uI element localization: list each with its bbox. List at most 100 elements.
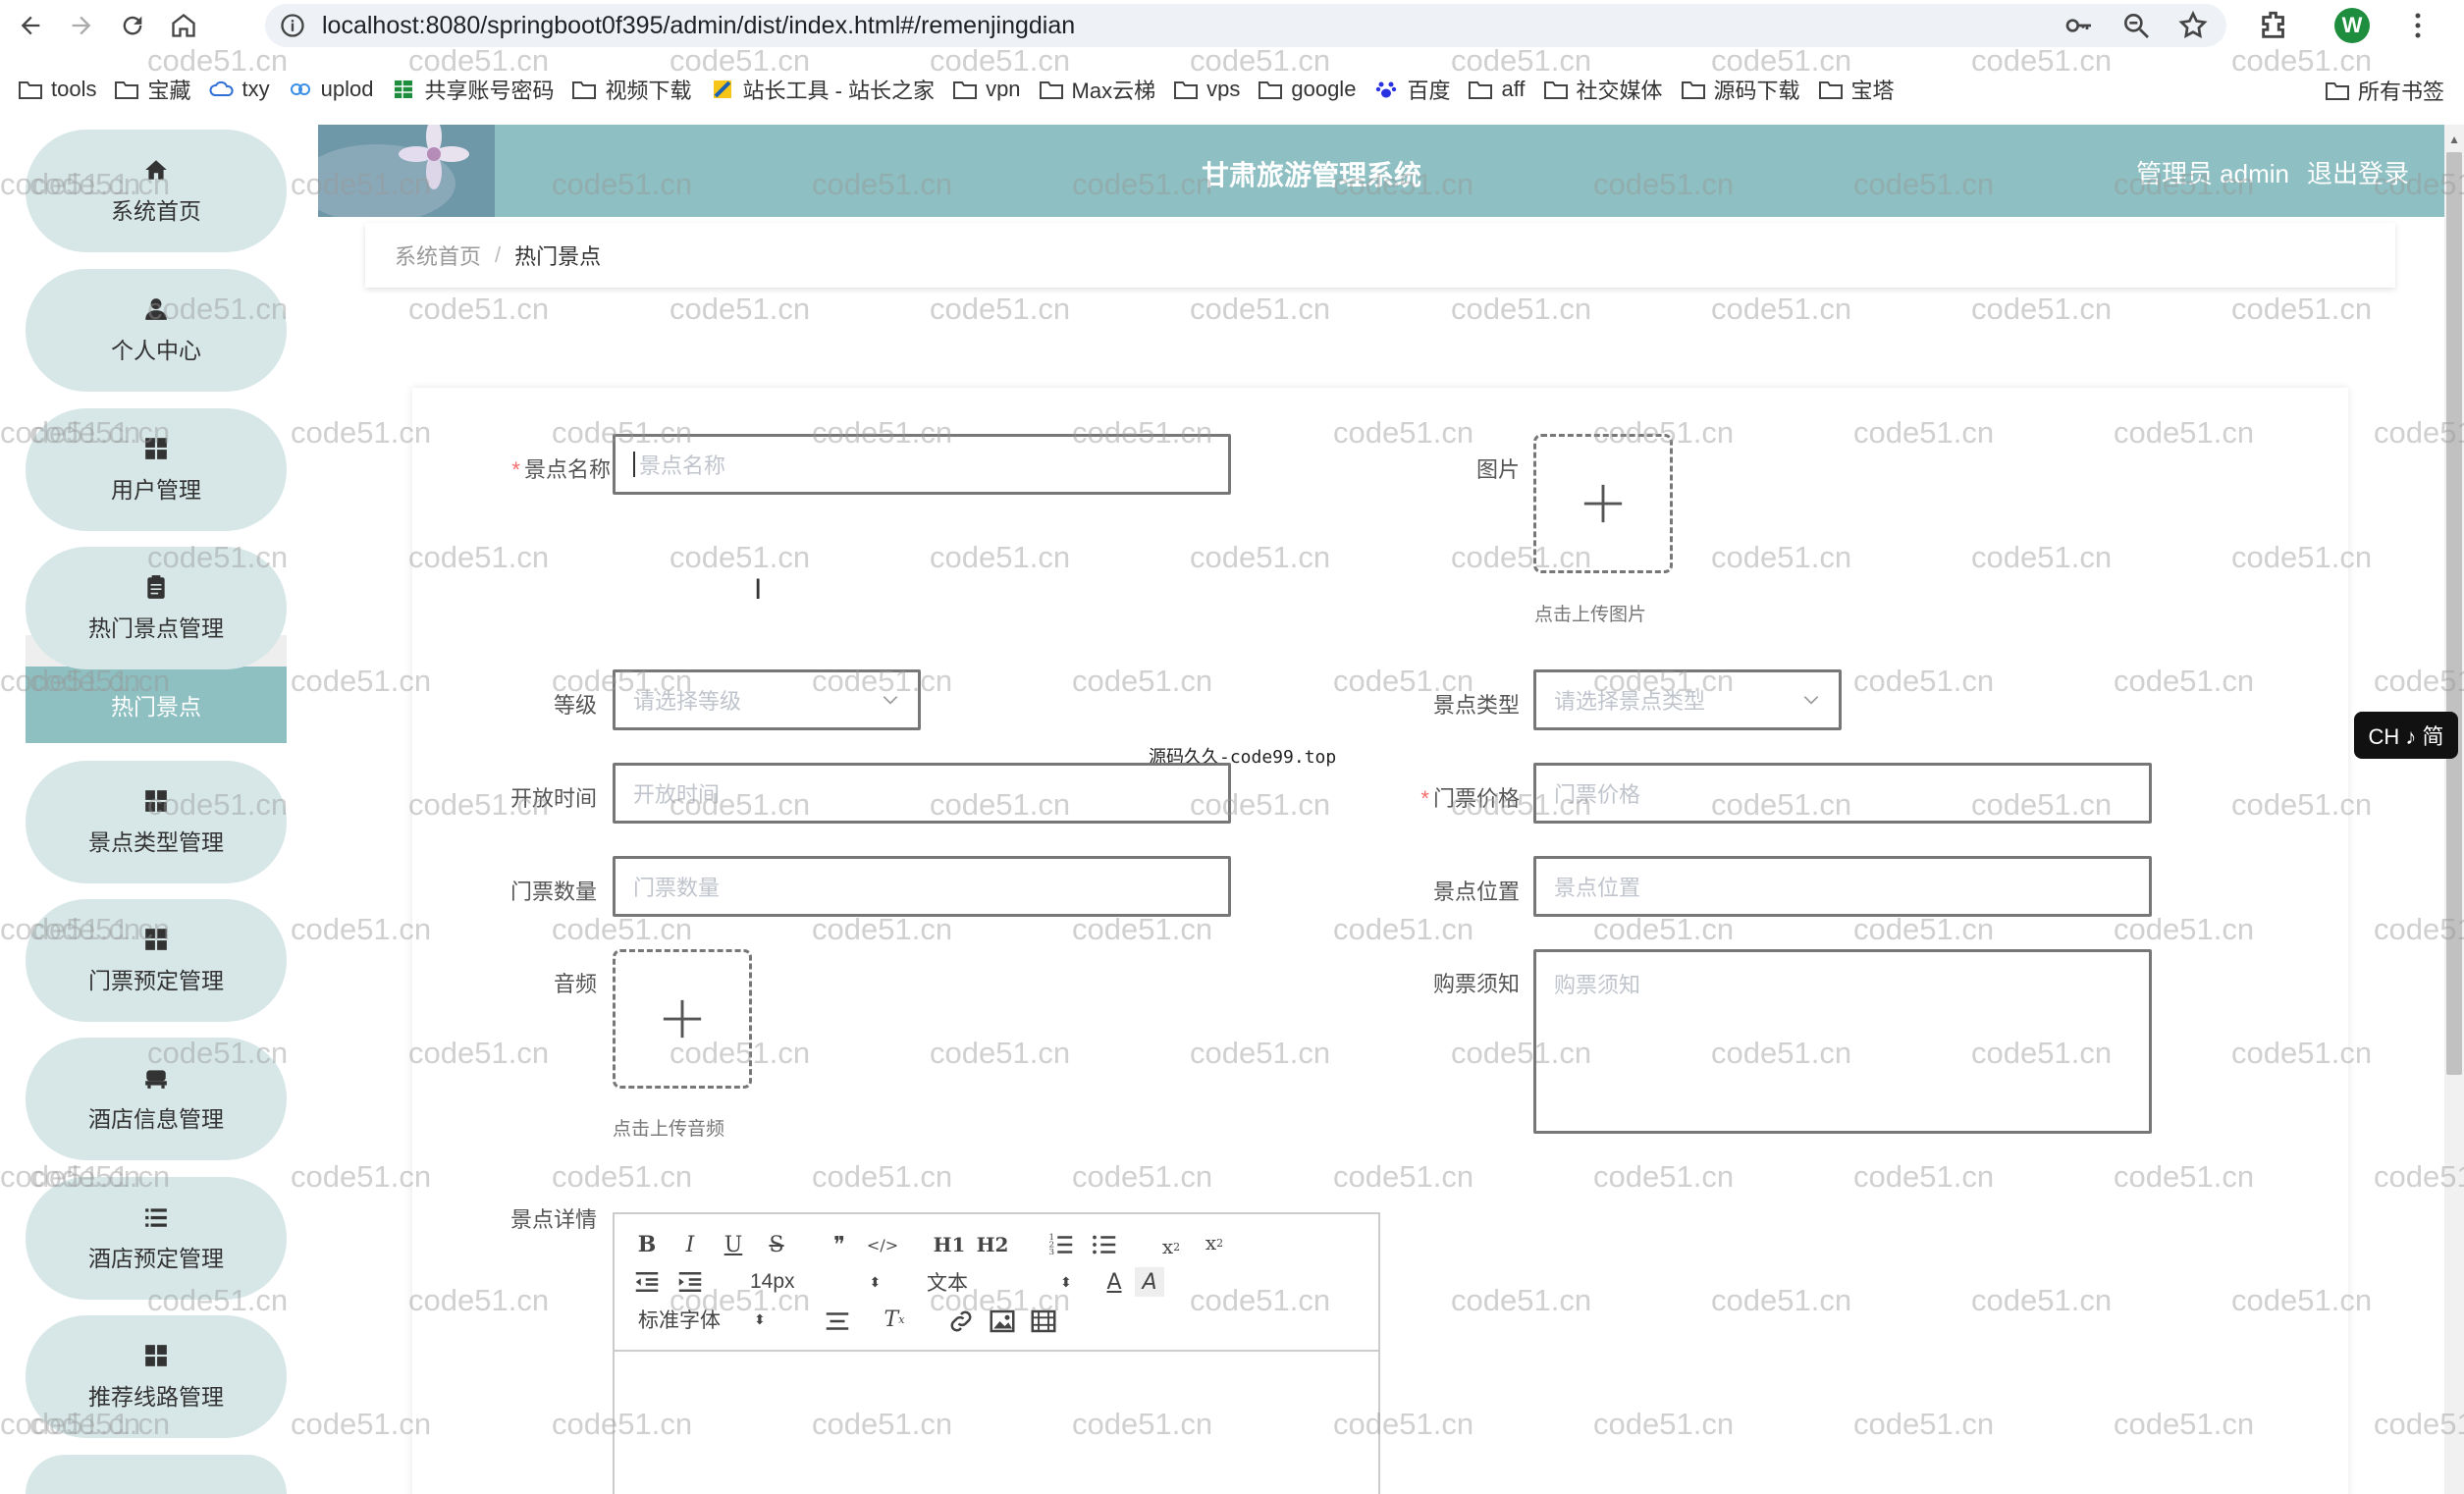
video-icon[interactable] (1029, 1307, 1058, 1336)
paragraph-select[interactable]: 文本 ⬍ (927, 1267, 1072, 1297)
audio-upload-button[interactable] (613, 949, 752, 1089)
sidebar-item[interactable]: 推荐线路管理 (26, 1315, 287, 1438)
folder-icon (1543, 81, 1568, 99)
link-icon[interactable] (946, 1307, 976, 1336)
rich-text-editor[interactable]: B I U S ❞ </> H1 H2 123 x2 x2 14px ⬍ 文本 ⬍ … (613, 1212, 1380, 1494)
bookmark-item[interactable]: Max云梯 (1039, 74, 1155, 105)
align-icon[interactable] (823, 1307, 852, 1336)
notice-label: 购票须知 (1432, 972, 1520, 996)
sidebar-item[interactable]: 用户管理 (26, 408, 287, 531)
bookmark-label: 宝塔 (1850, 79, 1895, 103)
sidebar-item[interactable]: 个人中心 (26, 269, 287, 392)
background-color-button[interactable]: A (1135, 1267, 1164, 1297)
code-button[interactable]: </> (867, 1230, 898, 1259)
sidebar-item[interactable]: 景点类型管理 (26, 761, 287, 883)
menu-kebab-icon[interactable] (2413, 11, 2423, 40)
bookmark-item[interactable]: uplod (288, 77, 373, 102)
clear-format-button[interactable]: Tx (880, 1305, 909, 1334)
bookmark-item[interactable]: vps (1173, 77, 1240, 102)
sidebar-item[interactable]: 热门景点管理 (26, 547, 287, 669)
sidebar-item[interactable]: 门票预定管理 (26, 899, 287, 1022)
bookmark-item[interactable]: 视频下载 (571, 74, 692, 105)
address-bar[interactable]: localhost:8080/springboot0f395/admin/dis… (265, 4, 2226, 47)
h2-button[interactable]: H2 (977, 1230, 1009, 1259)
font-color-button[interactable]: A (1099, 1267, 1129, 1297)
tool-icon (713, 80, 731, 98)
outdent-icon[interactable] (632, 1267, 662, 1297)
bookmark-item[interactable]: google (1258, 77, 1356, 102)
grid-icon (145, 1344, 167, 1366)
key-icon[interactable] (2063, 10, 2095, 41)
font-size-select[interactable]: 14px ⬍ (750, 1267, 881, 1297)
bookmark-item[interactable]: txy (208, 77, 270, 102)
bullet-list-icon[interactable] (1090, 1230, 1119, 1259)
indent-icon[interactable] (675, 1267, 705, 1297)
bookmark-item[interactable]: tools (18, 77, 96, 102)
sidebar-item-partial[interactable] (26, 1455, 287, 1494)
bookmark-item[interactable]: vpn (952, 77, 1021, 102)
bookmark-item[interactable]: 社交媒体 (1543, 74, 1663, 105)
bookmark-label: 社交媒体 (1576, 79, 1663, 103)
reload-icon[interactable] (112, 5, 153, 46)
subscript-button[interactable]: x2 (1156, 1232, 1186, 1261)
bookmark-label: aff (1501, 77, 1526, 101)
breadcrumb-home[interactable]: 系统首页 (395, 240, 481, 271)
forward-icon[interactable] (61, 5, 102, 46)
level-select[interactable]: 请选择等级 (613, 669, 921, 730)
extensions-icon[interactable] (2258, 9, 2291, 42)
home-icon (145, 159, 167, 180)
price-input[interactable]: 门票价格 (1533, 763, 2152, 824)
superscript-button[interactable]: x2 (1200, 1228, 1229, 1257)
location-input[interactable]: 景点位置 (1533, 856, 2152, 917)
h1-button[interactable]: H1 (934, 1230, 966, 1259)
scroll-thumb[interactable] (2446, 152, 2462, 1075)
list-icon (145, 1207, 167, 1227)
image-icon[interactable] (988, 1307, 1017, 1336)
strikethrough-button[interactable]: S (762, 1230, 791, 1259)
blockquote-button[interactable]: ❞ (825, 1230, 854, 1259)
scroll-up-icon[interactable]: ▲ (2448, 133, 2460, 146)
bookmark-item[interactable]: 共享账号密码 (391, 74, 554, 105)
cloud-icon (208, 80, 234, 96)
image-upload-button[interactable] (1533, 434, 1673, 573)
back-icon[interactable] (10, 5, 51, 46)
bookmark-item[interactable]: 宝藏 (114, 74, 191, 105)
zoom-icon[interactable] (2120, 10, 2152, 41)
underline-button[interactable]: U (719, 1230, 748, 1259)
ticket-count-input[interactable]: 门票数量 (613, 856, 1231, 917)
home-nav-icon[interactable] (163, 5, 204, 46)
bookmark-label: txy (241, 77, 270, 101)
open-time-input[interactable]: 开放时间 (613, 763, 1231, 824)
ticket-count-label: 门票数量 (509, 880, 597, 904)
submenu-item-hot-spots[interactable]: 热门景点 (26, 667, 287, 743)
bookmark-item[interactable]: 源码下载 (1681, 74, 1800, 105)
sidebar-item-label: 酒店预定管理 (88, 1245, 224, 1271)
bookmark-item[interactable]: 百度 (1373, 74, 1450, 105)
ime-indicator[interactable]: CH ♪ 简 (2354, 712, 2458, 759)
logout-button[interactable]: 退出登录 (2307, 154, 2409, 190)
notice-textarea[interactable]: 购票须知 (1533, 949, 2152, 1134)
url-text[interactable]: localhost:8080/springboot0f395/admin/dis… (322, 12, 1075, 40)
bold-button[interactable]: B (632, 1230, 662, 1259)
font-family-select[interactable]: 标准字体 ⬍ (638, 1305, 766, 1334)
profile-avatar[interactable]: W (2334, 8, 2370, 43)
name-input[interactable]: 景点名称 (613, 434, 1231, 495)
all-bookmarks-button[interactable]: 所有书签 (2325, 75, 2444, 106)
price-label: * 门票价格 (1420, 786, 1520, 811)
italic-button[interactable]: I (675, 1230, 705, 1259)
bookmark-label: vps (1206, 77, 1241, 101)
folder-icon (1681, 81, 1705, 99)
type-select[interactable]: 请选择景点类型 (1533, 669, 1842, 730)
star-icon[interactable] (2177, 10, 2209, 41)
app-title: 甘肃旅游管理系统 (1202, 160, 1422, 190)
page-scrollbar[interactable]: ▲ (2444, 125, 2464, 1494)
bookmark-item[interactable]: 宝塔 (1818, 74, 1895, 105)
bookmark-item[interactable]: aff (1468, 77, 1526, 102)
sidebar-item[interactable]: 系统首页 (26, 130, 287, 252)
bookmark-item[interactable]: 站长工具 - 站长之家 (710, 74, 935, 105)
sidebar-item[interactable]: 酒店信息管理 (26, 1038, 287, 1160)
info-icon[interactable] (279, 12, 306, 39)
detail-label: 景点详情 (509, 1207, 597, 1232)
sidebar-item[interactable]: 酒店预定管理 (26, 1177, 287, 1300)
ordered-list-icon[interactable]: 123 (1046, 1230, 1076, 1259)
